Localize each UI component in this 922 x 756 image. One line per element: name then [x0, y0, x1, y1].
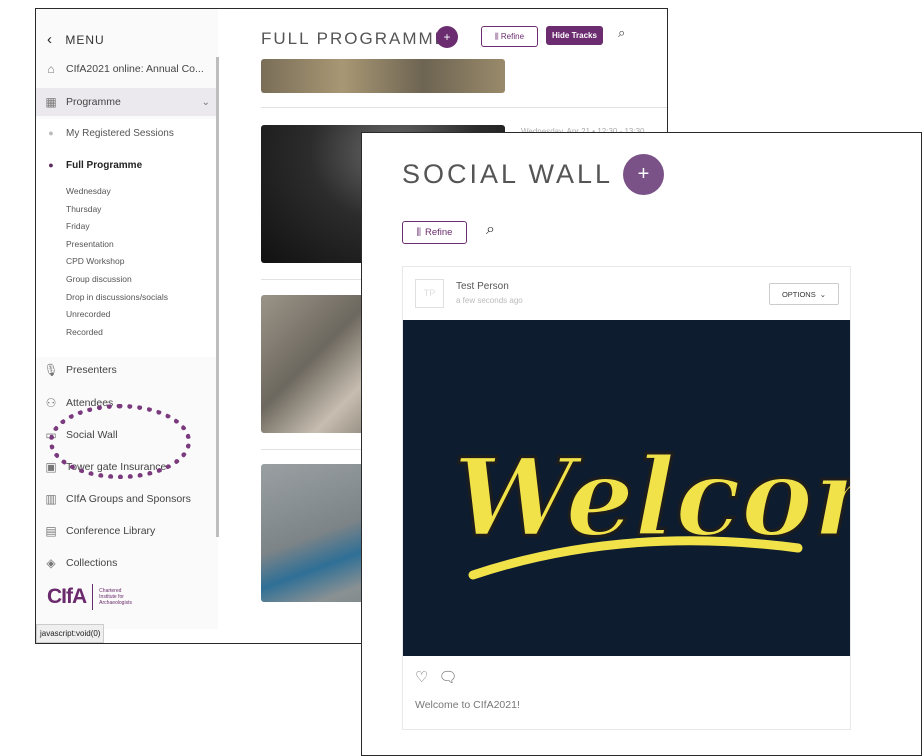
cifa-logo: CIfA Chartered Institute for Archaeologi… — [47, 584, 132, 610]
sidebar-item-collections[interactable]: ◈ Collections — [36, 549, 216, 577]
sidebar-item-label: Conference Library — [66, 525, 156, 537]
page-title: SOCIAL WALL — [402, 159, 614, 189]
sidebar-subitem-full-programme[interactable]: ● Full Programme — [36, 155, 216, 175]
post-card: TP Test Person a few seconds ago OPTIONS… — [402, 266, 921, 730]
status-bar: javascript:void(0) — [36, 624, 105, 643]
add-post-button[interactable]: + — [623, 154, 664, 195]
comment-icon[interactable]: 🗨 — [438, 668, 457, 686]
add-button[interactable]: + — [436, 26, 458, 48]
avatar[interactable]: TP — [415, 279, 444, 308]
sidebar-item-label: Presenters — [66, 364, 117, 376]
post-caption: Welcome to CIfA2021! — [415, 699, 520, 711]
sidebar-item-label: CIfA2021 online: Annual Co... — [66, 63, 204, 75]
post-author[interactable]: Test Person — [456, 281, 509, 292]
highlight-annotation — [49, 404, 191, 479]
refine-label: Refine — [500, 32, 525, 41]
chart-icon: ▥ — [45, 492, 57, 506]
post-image[interactable]: Welcome — [403, 320, 921, 656]
sidebar-item-label: CIfA Groups and Sponsors — [66, 493, 191, 505]
filter-friday[interactable]: Friday — [66, 221, 90, 231]
calendar-icon: ▦ — [45, 95, 57, 109]
sidebar-item-presenters[interactable]: 🎙 Presenters — [36, 356, 216, 384]
filter-wednesday[interactable]: Wednesday — [66, 186, 111, 196]
post-time: a few seconds ago — [456, 296, 523, 305]
sidebar-item-library[interactable]: ▤ Conference Library — [36, 517, 216, 545]
logo-text: Chartered Institute for Archaeologists — [99, 588, 132, 606]
layers-icon: ◈ — [46, 556, 56, 570]
sidebar-subitem-label: My Registered Sessions — [66, 127, 174, 139]
back-chevron-icon[interactable]: ‹ — [47, 31, 53, 48]
logo-divider — [92, 584, 94, 610]
filter-unrecorded[interactable]: Unrecorded — [66, 309, 110, 319]
sidebar-subitem-label: Full Programme — [66, 159, 143, 171]
sidebar-subitem-registered[interactable]: ● My Registered Sessions — [36, 123, 216, 143]
sidebar-item-groups[interactable]: ▥ CIfA Groups and Sponsors — [36, 485, 216, 513]
session-image[interactable] — [261, 59, 505, 93]
page-title: FULL PROGRAMME — [261, 29, 449, 48]
bullet-icon: ● — [48, 160, 54, 170]
people-icon: ⚇ — [45, 396, 57, 410]
filter-thursday[interactable]: Thursday — [66, 204, 101, 214]
sliders-icon: ⫼ — [416, 227, 421, 238]
logo-line: Archaeologists — [99, 600, 132, 606]
filter-recorded[interactable]: Recorded — [66, 327, 103, 337]
menu-header[interactable]: ‹ MENU — [47, 31, 105, 48]
sidebar: ‹ MENU ⌂ CIfA2021 online: Annual Co... ▦… — [36, 9, 218, 629]
search-icon[interactable]: ⌕ — [486, 221, 495, 239]
filter-group-discussion[interactable]: Group discussion — [66, 274, 132, 284]
bullet-icon: ● — [48, 128, 54, 138]
divider — [261, 107, 667, 108]
refine-label: Refine — [424, 227, 453, 238]
options-dropdown[interactable]: OPTIONS ⌄ — [769, 283, 839, 305]
welcome-graphic: Welcome — [452, 434, 921, 580]
menu-label: MENU — [65, 33, 105, 47]
sidebar-item-home[interactable]: ⌂ CIfA2021 online: Annual Co... — [36, 55, 216, 83]
filter-cpd-workshop[interactable]: CPD Workshop — [66, 256, 124, 266]
sidebar-item-programme[interactable]: ▦ Programme ⌄ — [36, 88, 216, 116]
social-wall-window: SOCIAL WALL + ⫼ Refine ⌕ TP Test Person … — [361, 132, 922, 756]
hide-tracks-button[interactable]: Hide Tracks — [546, 26, 603, 45]
chevron-down-icon: ⌄ — [201, 96, 210, 108]
refine-button[interactable]: ⫼ Refine — [481, 26, 538, 47]
options-label: OPTIONS — [781, 289, 816, 299]
book-icon: ▤ — [45, 524, 57, 538]
post-actions: ♡ 🗨 — [415, 668, 458, 686]
filter-presentation[interactable]: Presentation — [66, 239, 114, 249]
heart-icon[interactable]: ♡ — [415, 668, 428, 686]
search-icon[interactable]: ⌕ — [618, 25, 625, 41]
refine-button[interactable]: ⫼ Refine — [402, 221, 467, 244]
filter-drop-in[interactable]: Drop in discussions/socials — [66, 292, 168, 302]
home-icon: ⌂ — [47, 62, 55, 76]
chevron-down-icon: ⌄ — [819, 289, 827, 299]
sidebar-scrollbar[interactable] — [216, 57, 219, 537]
microphone-icon: 🎙 — [43, 363, 59, 377]
logo-mark: CIfA — [47, 585, 87, 608]
sidebar-item-label: Collections — [66, 557, 118, 569]
sidebar-item-label: Programme — [66, 96, 121, 108]
